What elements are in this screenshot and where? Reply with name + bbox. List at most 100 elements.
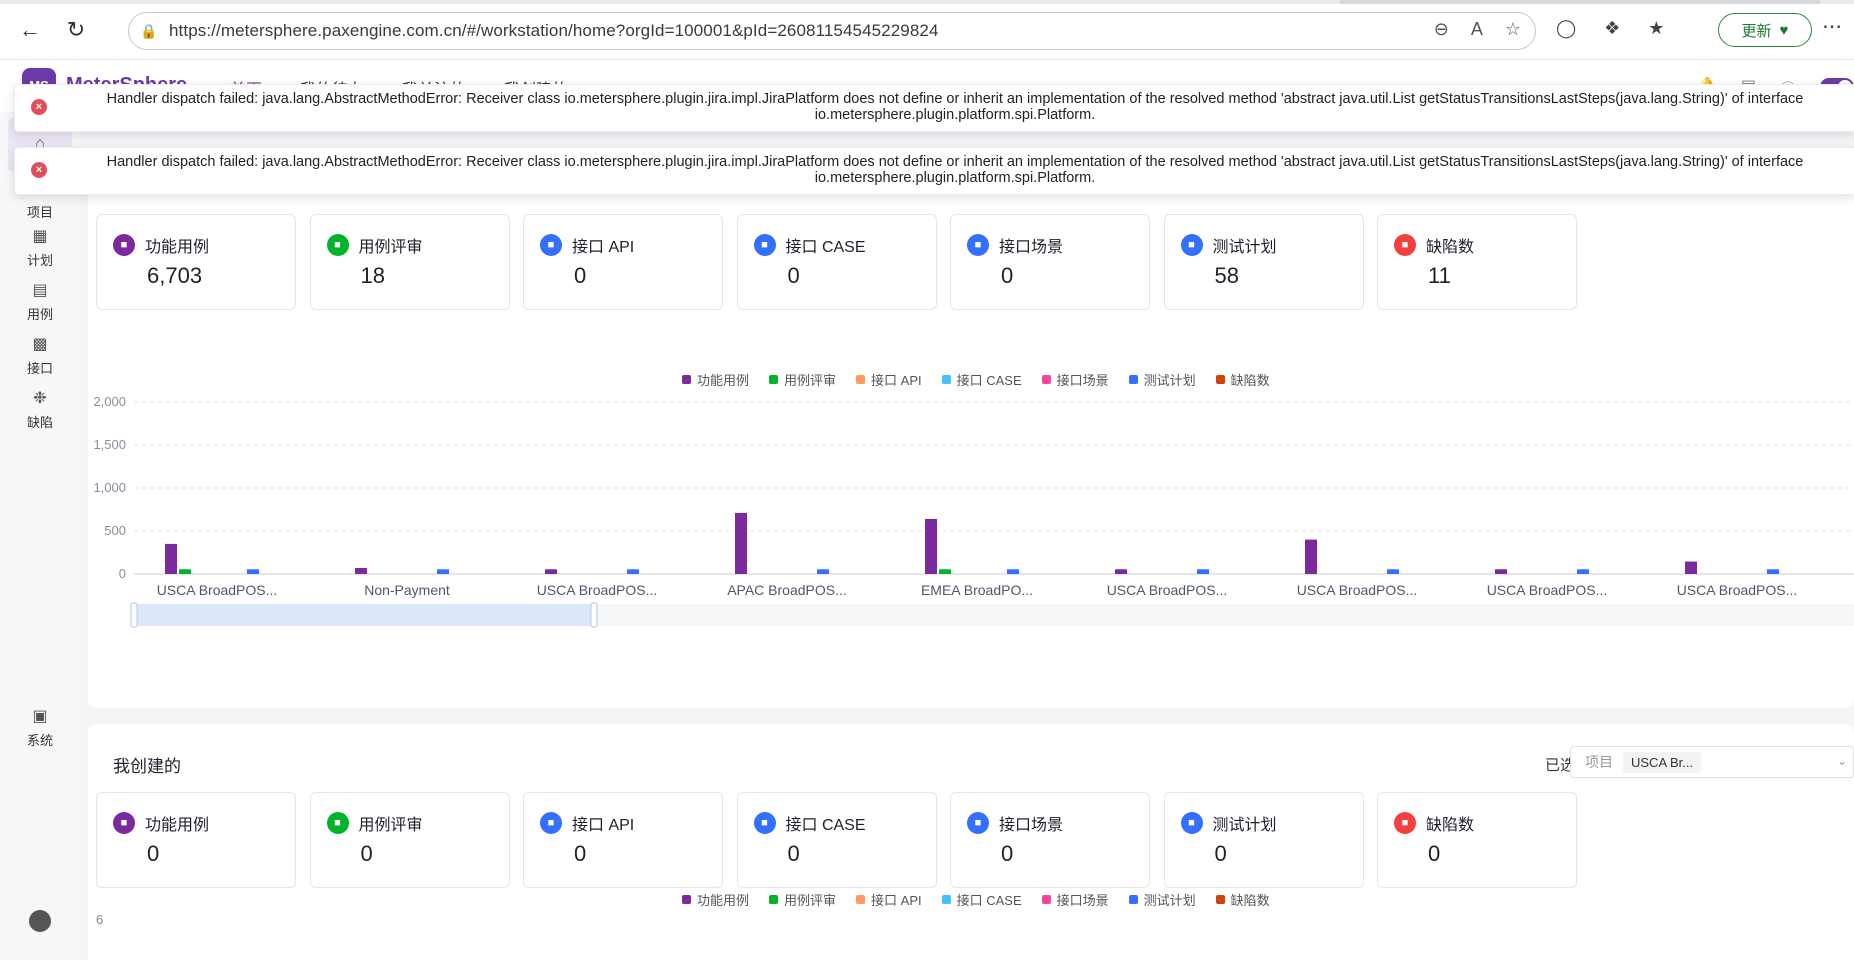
x-tick-label: USCA BroadPOS... xyxy=(1487,582,1608,598)
stat-card[interactable]: ■ 用例评审 0 xyxy=(309,792,510,888)
sidebar-item-system[interactable]: ▣ 系统 xyxy=(0,706,80,749)
sidebar-item-label: 系统 xyxy=(26,733,53,748)
chart-bar[interactable] xyxy=(925,518,937,574)
chart-bar[interactable] xyxy=(1305,539,1317,574)
browser-tab[interactable] xyxy=(1340,0,1820,4)
sidebar-item-label: 缺陷 xyxy=(26,415,53,430)
sidebar-item-label: 用例 xyxy=(26,307,53,322)
chart-bar[interactable] xyxy=(1767,569,1779,574)
chart-bar[interactable] xyxy=(1115,569,1127,574)
more-icon[interactable]: ⋯ xyxy=(1822,14,1842,39)
extensions-icon[interactable]: ❖ xyxy=(1604,18,1620,39)
stat-card[interactable]: ■ 接口 CASE 0 xyxy=(736,792,937,888)
legend-swatch xyxy=(1128,895,1138,904)
zoom-slider-window[interactable] xyxy=(134,604,594,626)
chart-bar[interactable] xyxy=(1007,569,1019,574)
error-icon: × xyxy=(31,162,47,178)
api-case-icon: ■ xyxy=(753,812,776,834)
chart-bar[interactable] xyxy=(1577,569,1589,574)
stat-card[interactable]: ■ 缺陷数 0 xyxy=(1377,792,1577,888)
legend-item[interactable]: 接口场景 xyxy=(1041,890,1109,909)
legend-item[interactable]: 功能用例 xyxy=(682,890,749,909)
stat-card-header: ■ 接口 CASE xyxy=(753,811,866,835)
x-tick-label: APAC BroadPOS... xyxy=(727,582,847,598)
stat-card-label: 接口 API xyxy=(572,817,635,834)
refresh-icon[interactable]: ↻ xyxy=(60,14,92,46)
x-tick-label: EMEA BroadPO... xyxy=(921,582,1033,598)
x-tick-label: USCA BroadPOS... xyxy=(537,582,658,598)
plan-icon: ▦ xyxy=(32,228,48,245)
sidebar-item-api[interactable]: ▩ 接口 xyxy=(0,334,80,377)
bug-icon: ❉ xyxy=(33,390,47,407)
legend-item[interactable]: 缺陷数 xyxy=(1215,890,1270,909)
stat-card-header: ■ 测试计划 xyxy=(1180,811,1277,835)
zoom-out-icon[interactable]: ⊖ xyxy=(1434,19,1449,40)
y-tick-label: 1,000 xyxy=(93,480,126,495)
chart-bar[interactable] xyxy=(817,569,829,574)
project-select-label: 项目 xyxy=(1585,754,1613,770)
stat-card-header: ■ 用例评审 xyxy=(326,811,423,835)
x-tick-label: USCA BroadPOS... xyxy=(157,582,278,598)
stat-card[interactable]: ■ 接口场景 0 xyxy=(950,792,1150,888)
stat-card[interactable]: ■ 测试计划 0 xyxy=(1163,792,1364,888)
chevron-down-icon[interactable]: ⌄ xyxy=(1837,754,1847,768)
zoom-slider-handle[interactable] xyxy=(130,602,138,628)
chart-bar[interactable] xyxy=(1685,561,1697,574)
stat-card-value: 0 xyxy=(1001,841,1014,866)
scenario-icon: ■ xyxy=(967,812,989,834)
legend-label: 功能用例 xyxy=(697,893,750,908)
stat-card-value: 0 xyxy=(360,841,373,866)
chart-bar[interactable] xyxy=(939,569,951,574)
heart-icon: ♥ xyxy=(1779,21,1789,39)
chart-bar[interactable] xyxy=(1197,569,1209,574)
project-tag[interactable]: USCA Br... xyxy=(1623,751,1702,773)
legend-label: 用例评审 xyxy=(784,893,837,908)
chart-bar[interactable] xyxy=(179,569,191,574)
legend-item[interactable]: 用例评审 xyxy=(769,890,836,909)
chart-bar[interactable] xyxy=(165,543,177,574)
url-text[interactable]: https://metersphere.paxengine.com.cn/#/w… xyxy=(169,21,939,41)
favorites-bar-icon[interactable]: ★ xyxy=(1648,18,1664,39)
sidebar-item-case[interactable]: ▤ 用例 xyxy=(0,280,80,323)
stat-card-value: 0 xyxy=(147,841,160,866)
project-select[interactable]: 项目 USCA Br... ⌄ xyxy=(1570,746,1854,778)
stat-card[interactable]: ■ 接口 API 0 xyxy=(523,792,723,888)
legend-item[interactable]: 测试计划 xyxy=(1128,890,1196,909)
chart-bar[interactable] xyxy=(247,569,259,574)
legend-swatch xyxy=(1215,895,1225,904)
chart-bar[interactable] xyxy=(545,569,557,574)
stat-card-label: 用例评审 xyxy=(358,817,423,834)
avatar[interactable] xyxy=(29,910,51,932)
stat-card-value: 0 xyxy=(1428,841,1441,866)
legend-item[interactable]: 接口 API xyxy=(856,890,922,909)
address-bar[interactable]: 🔒 https://metersphere.paxengine.com.cn/#… xyxy=(128,12,1536,50)
legend-label: 缺陷数 xyxy=(1230,893,1270,908)
y-tick-label: 500 xyxy=(104,523,126,538)
sidebar-item-plan[interactable]: ▦ 计划 xyxy=(0,226,80,269)
zoom-slider-handle[interactable] xyxy=(590,602,598,628)
legend-item[interactable]: 接口 CASE xyxy=(941,890,1022,909)
circle-icon[interactable]: ◯ xyxy=(1556,18,1576,39)
lock-icon[interactable]: 🔒 xyxy=(129,23,169,40)
case-icon: ▤ xyxy=(32,282,48,299)
stat-card-header: ■ 接口场景 xyxy=(967,811,1063,835)
sidebar-item-label: 计划 xyxy=(26,253,53,268)
legend-swatch xyxy=(1041,895,1051,904)
read-aloud-icon[interactable]: A xyxy=(1471,19,1483,40)
favorite-icon[interactable]: ☆ xyxy=(1505,19,1521,40)
stat-card[interactable]: ■ 功能用例 0 xyxy=(96,792,296,888)
chart-bar[interactable] xyxy=(1495,569,1507,574)
chart-bar[interactable] xyxy=(735,512,747,574)
stat-card-label: 功能用例 xyxy=(145,817,210,834)
browser-toolbar: ← ↻ 🔒 https://metersphere.paxengine.com.… xyxy=(0,0,1854,60)
update-button[interactable]: 更新 ♥ xyxy=(1718,13,1812,47)
back-icon[interactable]: ← xyxy=(14,14,46,46)
legend-label: 接口 CASE xyxy=(956,893,1022,908)
error-icon: × xyxy=(31,99,47,115)
chart-bar[interactable] xyxy=(437,569,449,574)
chart-bar[interactable] xyxy=(355,567,367,574)
sidebar-user[interactable] xyxy=(0,910,80,932)
sidebar-item-bug[interactable]: ❉ 缺陷 xyxy=(0,388,80,431)
chart-bar[interactable] xyxy=(1387,569,1399,574)
chart-bar[interactable] xyxy=(627,569,639,574)
